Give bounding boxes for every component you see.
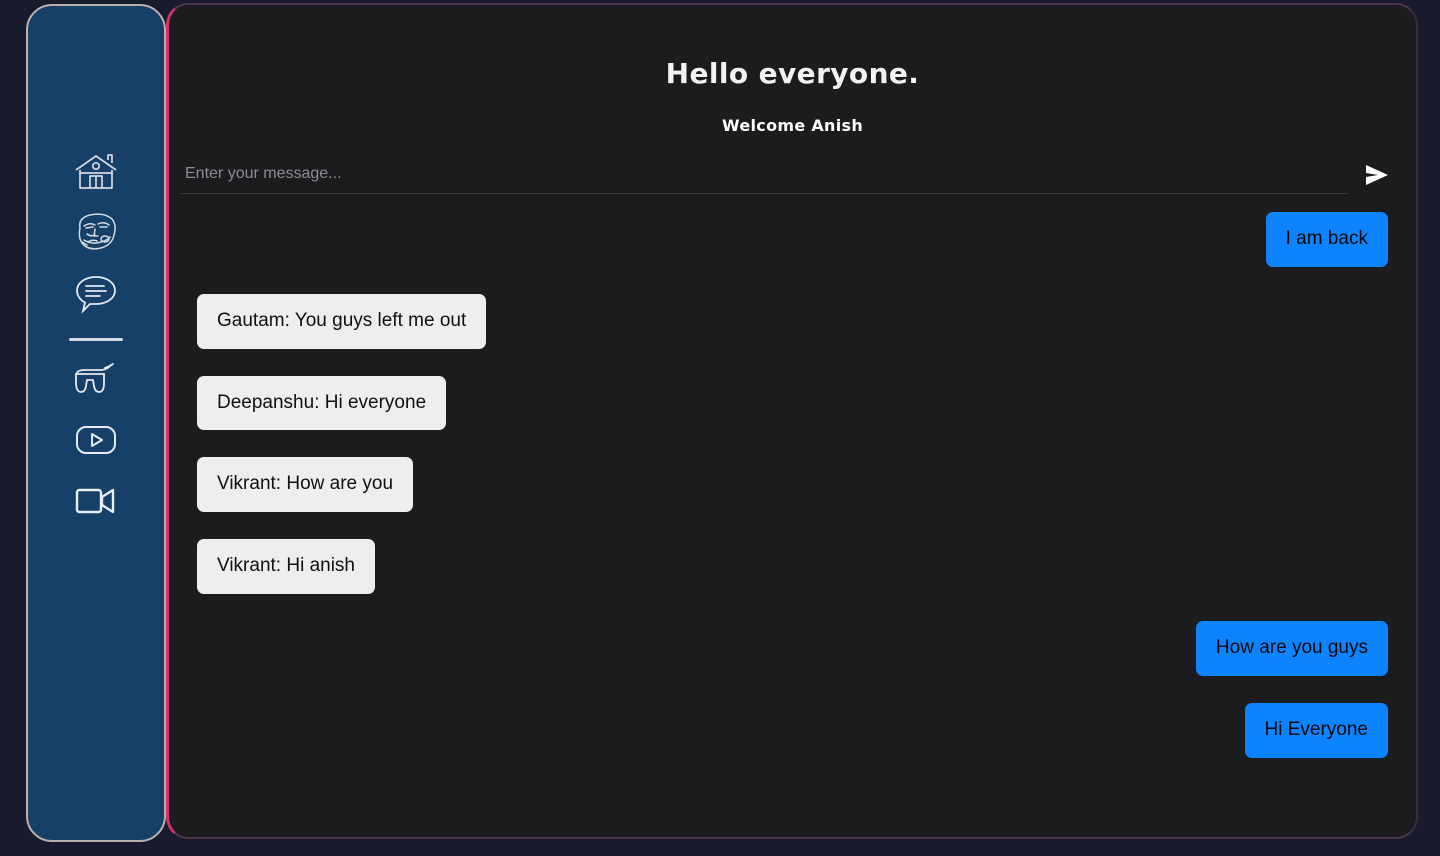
sidebar-item-home[interactable]: [68, 150, 124, 194]
page-title: Hello everyone.: [665, 57, 920, 90]
sidebar-item-videos[interactable]: [68, 418, 124, 462]
message-row: How are you guys: [197, 620, 1388, 676]
video-camera-icon: [75, 486, 117, 516]
sidebar-item-chat[interactable]: [68, 272, 124, 316]
chat-bubble-icon: [74, 273, 118, 315]
message-row: Gautam: You guys left me out: [197, 293, 1388, 349]
meme-face-icon: [74, 212, 118, 254]
message-row: Hi Everyone: [197, 702, 1388, 758]
incoming-message-bubble[interactable]: Vikrant: How are you: [197, 457, 414, 513]
chat-panel: Hello everyone. Welcome Anish I am back G…: [166, 3, 1418, 839]
sidebar: [26, 4, 166, 842]
youtube-play-icon: [75, 424, 117, 456]
welcome-subtitle: Welcome Anish: [721, 116, 864, 135]
outgoing-message-bubble[interactable]: Hi Everyone: [1244, 702, 1388, 758]
message-row: Deepanshu: Hi everyone: [197, 375, 1388, 431]
outgoing-message-bubble[interactable]: I am back: [1265, 212, 1388, 267]
incoming-message-bubble[interactable]: Deepanshu: Hi everyone: [197, 375, 447, 431]
incoming-message-bubble[interactable]: Vikrant: Hi anish: [197, 539, 375, 594]
message-input[interactable]: [181, 159, 1348, 194]
send-arrow-icon: [1364, 164, 1390, 189]
home-icon: [73, 152, 119, 192]
message-row: Vikrant: Hi anish: [197, 539, 1388, 594]
sidebar-divider: [69, 338, 123, 341]
message-composer: [181, 159, 1406, 196]
message-row: Vikrant: How are you: [197, 457, 1388, 513]
app-root: Hello everyone. Welcome Anish I am back G…: [0, 0, 1440, 856]
send-button[interactable]: [1348, 160, 1406, 194]
sidebar-item-memes[interactable]: [68, 211, 124, 255]
game-controller-icon: [72, 362, 120, 396]
sidebar-item-games[interactable]: [68, 357, 124, 401]
incoming-message-bubble[interactable]: Gautam: You guys left me out: [197, 293, 487, 349]
sidebar-item-video-call[interactable]: [68, 479, 124, 523]
outgoing-message-bubble[interactable]: How are you guys: [1195, 620, 1388, 676]
message-list: I am back Gautam: You guys left me out Dee…: [169, 212, 1416, 785]
message-row: I am back: [197, 212, 1388, 267]
